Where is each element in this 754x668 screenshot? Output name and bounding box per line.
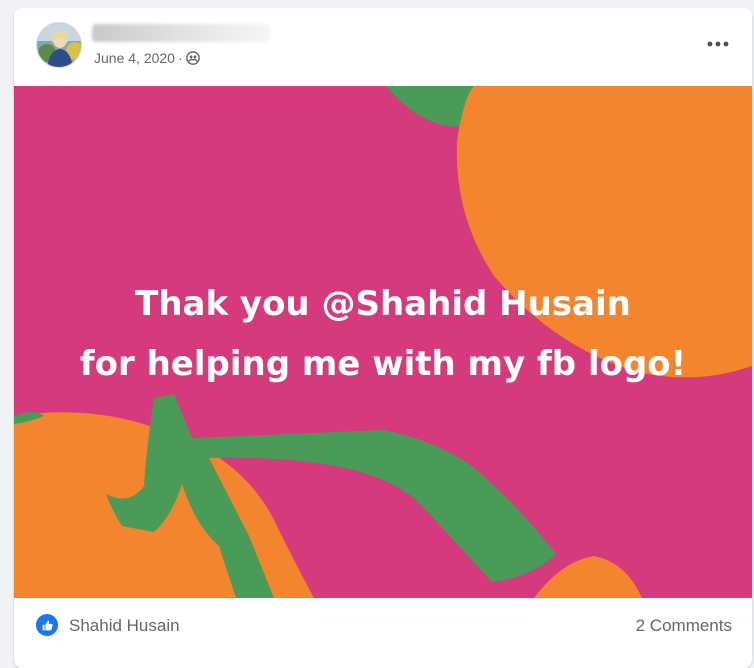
post-card: June 4, 2020 · Thak you @Shahid Husain f… — [14, 8, 752, 668]
post-text-line-1: Thak you @Shahid Husain — [135, 284, 631, 324]
post-image-text: Thak you @Shahid Husain for helping me w… — [14, 274, 752, 394]
friends-icon[interactable] — [185, 51, 200, 65]
post-meta: June 4, 2020 · — [94, 50, 200, 66]
meta-separator: · — [177, 50, 183, 66]
more-options-button[interactable] — [700, 26, 736, 62]
author-avatar[interactable] — [36, 22, 82, 68]
post-text-line-2: for helping me with my fb logo! — [79, 344, 687, 384]
author-name-blurred[interactable] — [92, 24, 270, 42]
post-image[interactable]: Thak you @Shahid Husain for helping me w… — [14, 86, 752, 598]
comments-count[interactable]: 2 Comments — [636, 616, 732, 636]
like-icon[interactable] — [36, 614, 58, 636]
reactors-names[interactable]: Shahid Husain — [69, 616, 180, 636]
post-header: June 4, 2020 · — [14, 8, 752, 86]
more-options-icon — [707, 41, 729, 47]
post-date[interactable]: June 4, 2020 — [94, 50, 175, 66]
